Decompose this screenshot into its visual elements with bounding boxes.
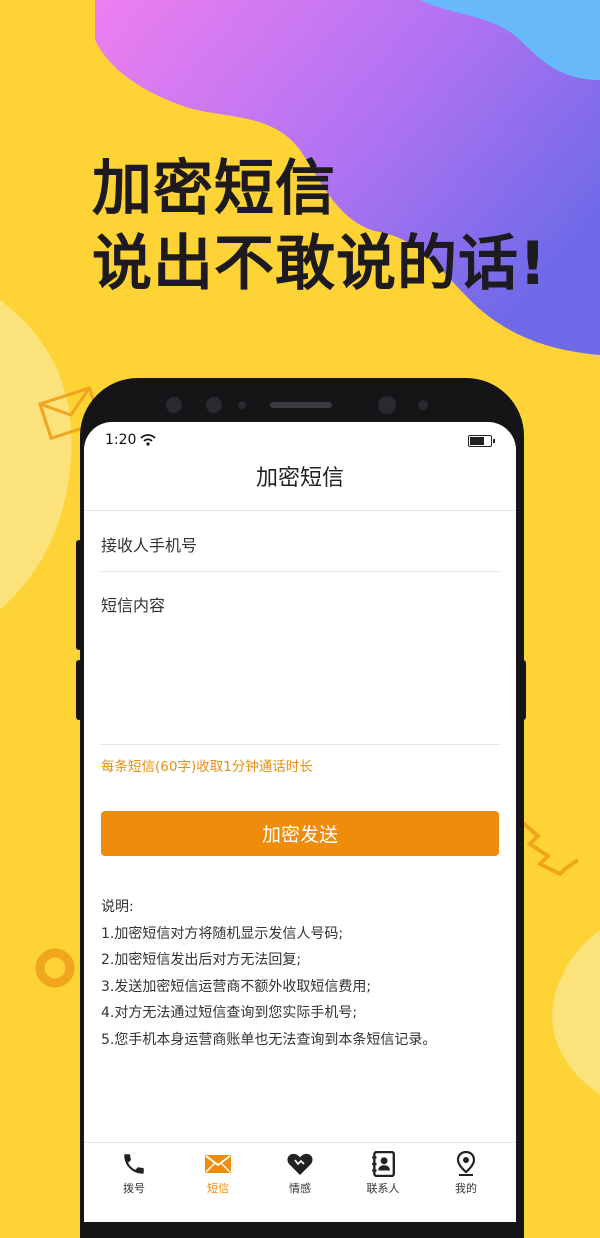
- phone-side-button: [76, 660, 82, 720]
- tab-mine[interactable]: 我的: [431, 1151, 501, 1196]
- contacts-icon: [372, 1151, 395, 1177]
- location-pin-icon: [456, 1151, 476, 1176]
- phone-side-button: [76, 540, 82, 650]
- field-divider: [101, 744, 499, 745]
- wifi-icon: [140, 434, 156, 446]
- light-yellow-wave-left: [0, 300, 72, 610]
- front-sensor: [238, 401, 246, 409]
- zigzag-doodle-icon: [520, 820, 580, 877]
- instruction-item: 4.对方无法通过短信查询到您实际手机号;: [101, 1005, 358, 1021]
- instruction-item: 2.加密短信发出后对方无法回复;: [101, 952, 302, 968]
- tab-label: 短信: [207, 1182, 229, 1195]
- tab-label: 我的: [455, 1182, 477, 1195]
- recipient-phone-input[interactable]: 接收人手机号: [101, 532, 197, 556]
- page-title: 加密短信: [255, 466, 344, 491]
- field-divider: [101, 571, 499, 572]
- battery-icon: [468, 435, 495, 447]
- tab-dial[interactable]: 拨号: [99, 1151, 169, 1196]
- message-content-input[interactable]: 短信内容: [101, 592, 499, 742]
- instruction-item: 1.加密短信对方将随机显示发信人号码;: [101, 925, 344, 942]
- phone-screen: 1:20 加密短信 接收人手机号 短信内容 每条短信(60字)收取1分钟通话时长…: [84, 422, 516, 1222]
- status-time: 1:20: [105, 432, 137, 448]
- front-camera: [166, 397, 182, 413]
- instruction-item: 5.您手机本身运营商账单也无法查询到本条短信记录。: [101, 1031, 437, 1048]
- tab-emotion[interactable]: 情感: [265, 1151, 335, 1196]
- heart-icon: [287, 1153, 313, 1175]
- tab-contacts[interactable]: 联系人: [348, 1151, 418, 1196]
- front-sensor: [206, 397, 222, 413]
- bottom-tab-bar: 拨号 短信 情感 联系人 我的: [84, 1142, 516, 1222]
- light-yellow-wave-right: [552, 930, 600, 1095]
- ring-doodle-icon: [35, 948, 75, 988]
- encrypt-send-button[interactable]: 加密发送: [101, 811, 499, 856]
- tab-label: 拨号: [123, 1182, 145, 1195]
- instructions: 说明: 1.加密短信对方将随机显示发信人号码; 2.加密短信发出后对方无法回复;…: [101, 894, 436, 1053]
- front-sensor: [418, 400, 428, 410]
- instructions-title: 说明:: [101, 899, 134, 915]
- promo-headline-line2: 说出不敢说的话!: [92, 229, 548, 299]
- nav-divider: [84, 510, 516, 511]
- earpiece-speaker: [270, 402, 332, 408]
- envelope-icon: [205, 1155, 231, 1173]
- phone-side-button: [520, 660, 526, 720]
- front-sensor: [378, 396, 396, 414]
- tab-sms[interactable]: 短信: [183, 1151, 253, 1196]
- phone-icon: [124, 1154, 144, 1174]
- fee-tip: 每条短信(60字)收取1分钟通话时长: [101, 759, 313, 775]
- instruction-item: 3.发送加密短信运营商不额外收取短信费用;: [101, 978, 372, 995]
- tab-label: 联系人: [366, 1182, 400, 1195]
- tab-label: 情感: [289, 1182, 311, 1195]
- promo-headline-line1: 加密短信: [92, 154, 336, 224]
